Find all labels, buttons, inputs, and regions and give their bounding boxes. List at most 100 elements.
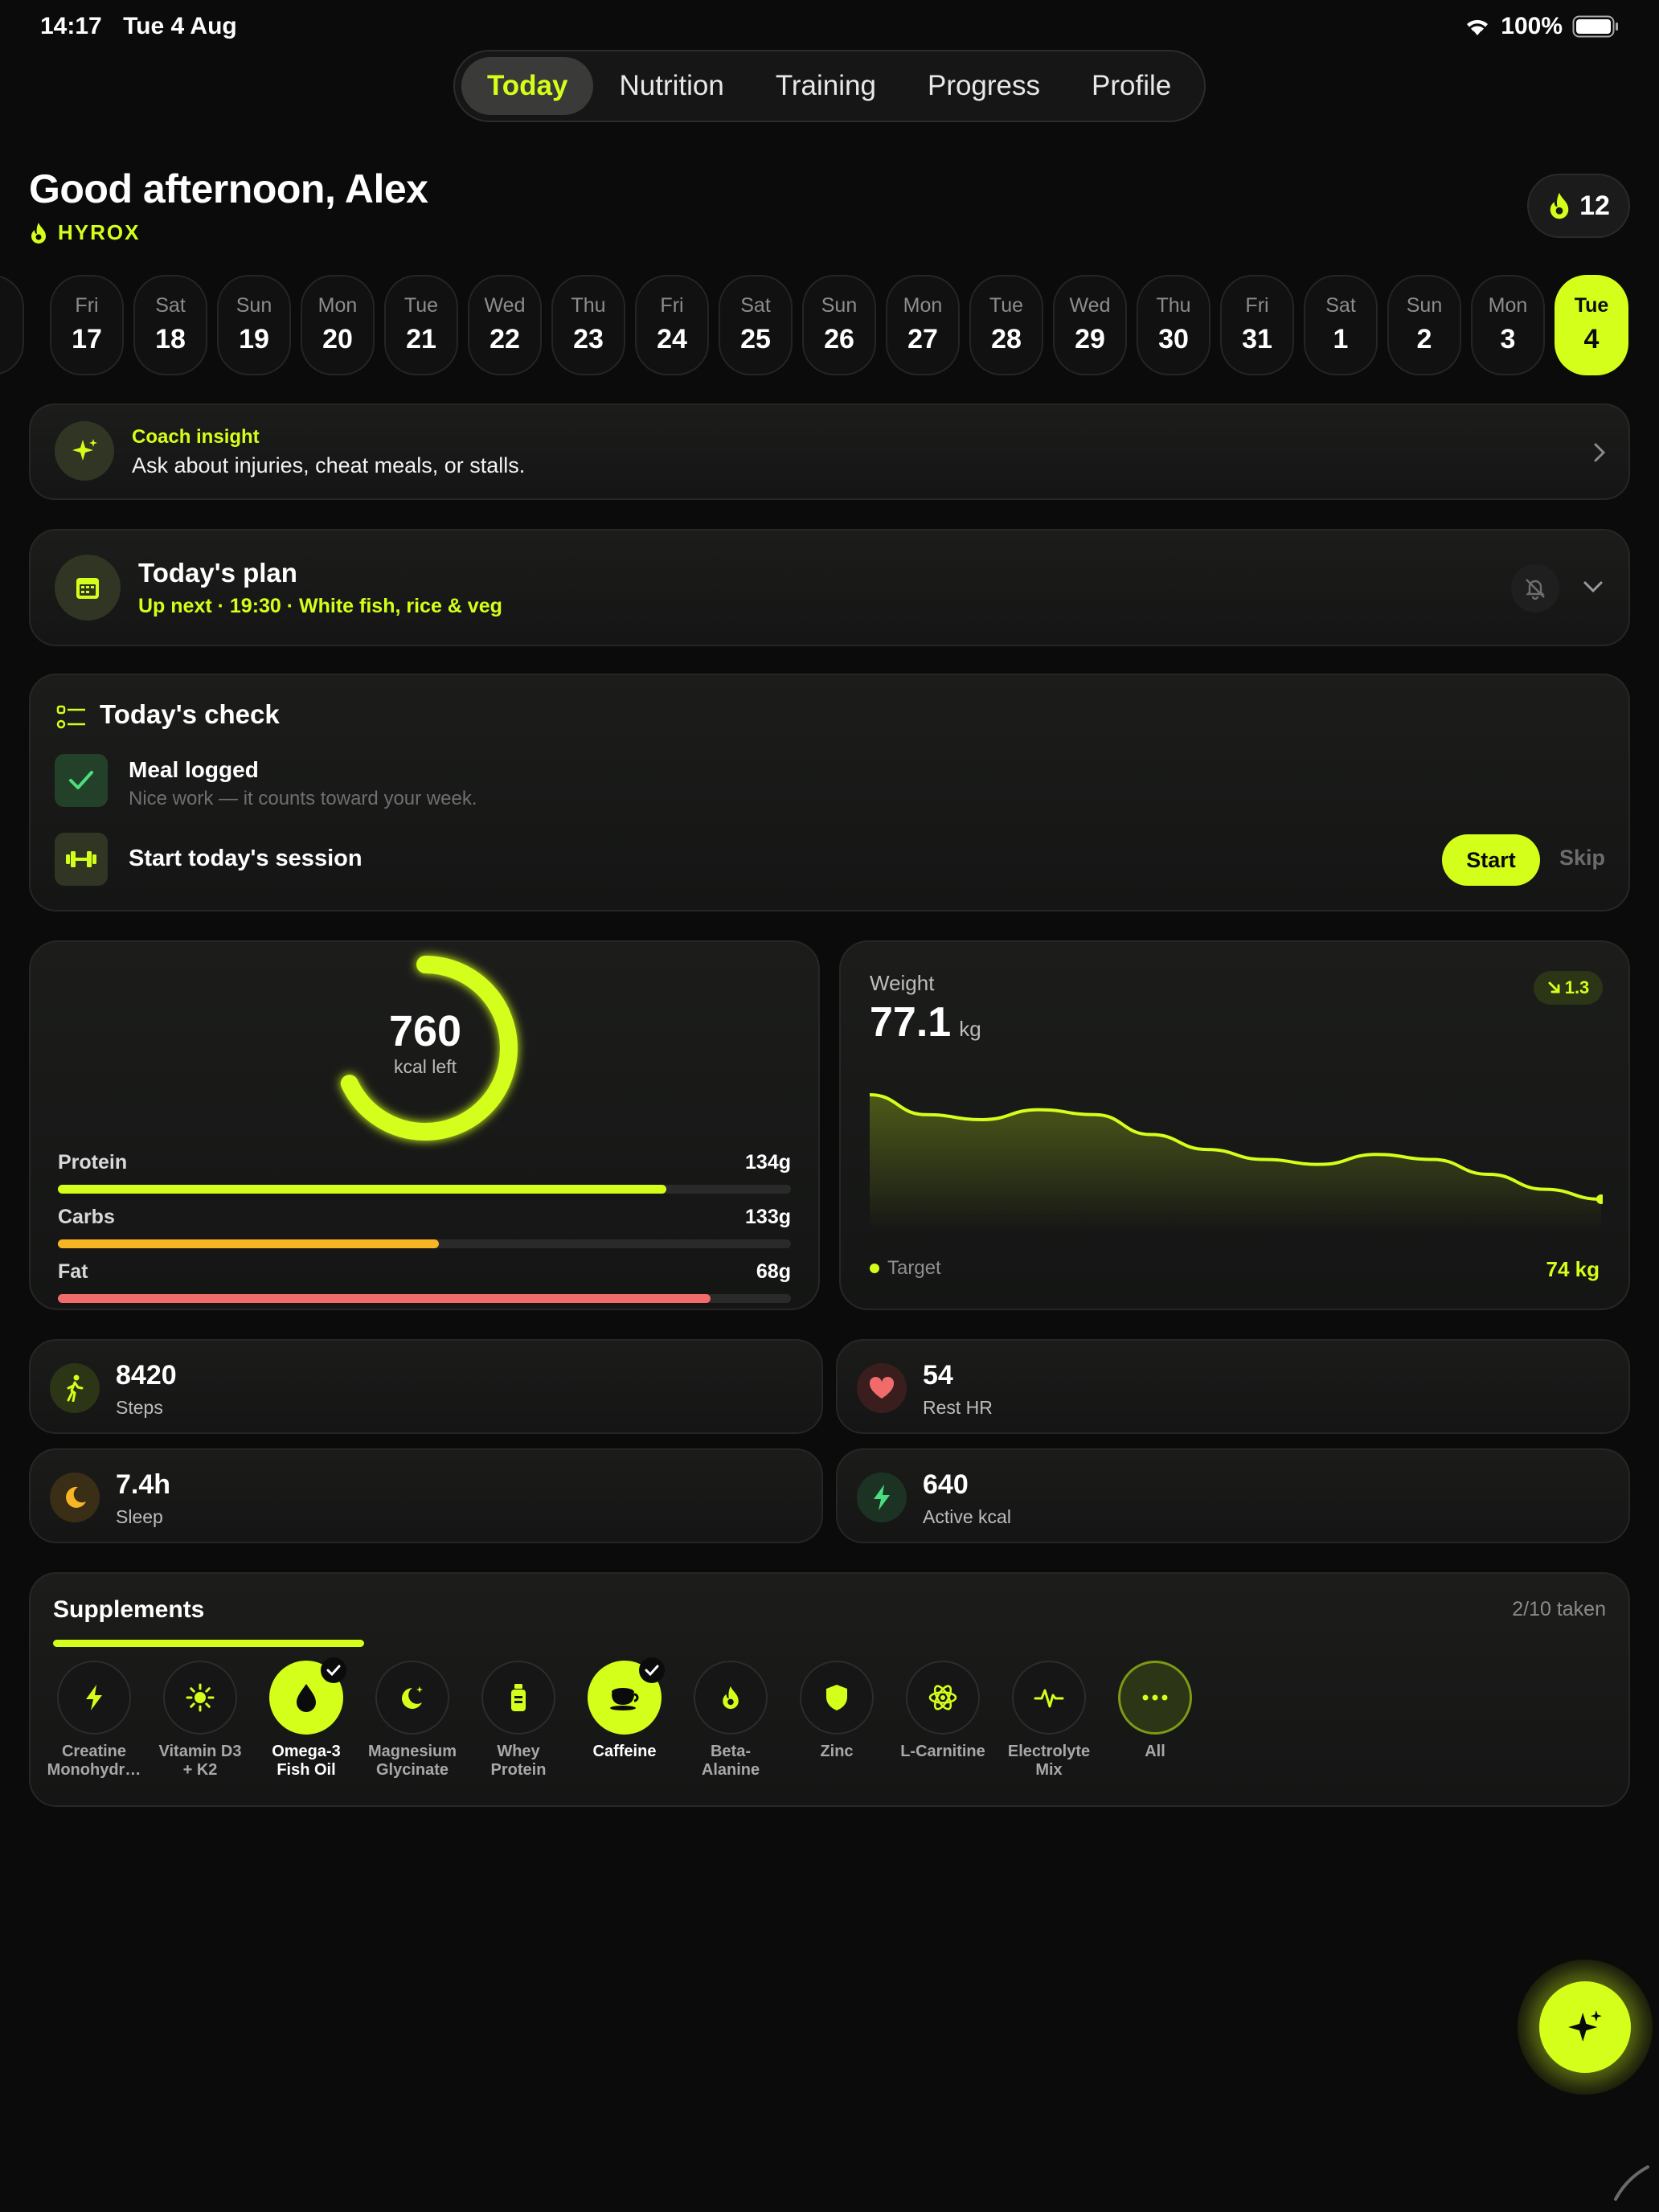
start-button[interactable]: Start xyxy=(1442,834,1540,886)
macro-label-carbs: Carbs xyxy=(58,1206,115,1228)
supplement-all[interactable]: All xyxy=(1103,1661,1207,1761)
day-7[interactable]: Fri 24 xyxy=(635,275,709,375)
day-1[interactable]: Sat 18 xyxy=(133,275,207,375)
supplements-title: Supplements xyxy=(53,1596,205,1623)
skip-button[interactable]: Skip xyxy=(1559,846,1605,870)
macro-bar-protein xyxy=(58,1185,791,1194)
status-time: 14:17 xyxy=(40,13,102,39)
day-0[interactable]: Fri 17 xyxy=(50,275,124,375)
supplement-beta-alanine[interactable]: Beta- Alanine xyxy=(678,1661,783,1780)
battery-percent: 100% xyxy=(1501,13,1563,39)
tab-today[interactable]: Today xyxy=(461,57,594,115)
steps-card[interactable]: 8420 Steps xyxy=(29,1339,823,1434)
meal-logged-check[interactable] xyxy=(55,754,108,807)
todays-check-card: Today's check Meal logged Nice work — it… xyxy=(29,674,1630,911)
day-15[interactable]: Sat 1 xyxy=(1304,275,1378,375)
day-10[interactable]: Mon 27 xyxy=(886,275,960,375)
day-14[interactable]: Fri 31 xyxy=(1220,275,1294,375)
streak-badge[interactable]: 12 xyxy=(1527,174,1630,238)
day-partial[interactable] xyxy=(0,275,24,375)
day-name: Wed xyxy=(1069,294,1111,317)
tab-training[interactable]: Training xyxy=(750,57,902,115)
supplement-magnesium[interactable]: Magnesium Glycinate xyxy=(360,1661,465,1780)
moon-stars-icon xyxy=(402,1686,423,1709)
day-3[interactable]: Mon 20 xyxy=(301,275,375,375)
supplement-toggle[interactable] xyxy=(163,1661,237,1735)
sleep-label: Sleep xyxy=(116,1506,163,1527)
supplement-toggle[interactable] xyxy=(269,1657,346,1735)
sleep-card[interactable]: 7.4h Sleep xyxy=(29,1448,823,1543)
tab-progress[interactable]: Progress xyxy=(902,57,1066,115)
supplement-label-line1: All xyxy=(1145,1743,1165,1760)
todays-plan-card[interactable]: Today's plan Up next · 19:30 · White fis… xyxy=(29,529,1630,646)
supplement-toggle[interactable] xyxy=(375,1661,449,1735)
dumbbell-icon xyxy=(66,851,96,867)
day-2[interactable]: Sun 19 xyxy=(217,275,291,375)
day-name: Fri xyxy=(1245,294,1269,317)
supplement-electrolyte[interactable]: Electrolyte Mix xyxy=(997,1661,1101,1780)
supplement-toggle[interactable] xyxy=(1118,1661,1192,1735)
supplement-creatine[interactable]: Creatine Monohydr… xyxy=(42,1661,146,1780)
day-18[interactable]: Tue 4 xyxy=(1555,275,1628,375)
weight-area xyxy=(870,1095,1601,1231)
day-number: 21 xyxy=(406,324,436,354)
weight-trend-badge: 1.3 xyxy=(1534,971,1603,1005)
supplement-omega-3[interactable]: Omega-3 Fish Oil xyxy=(254,1657,358,1780)
target-value: 74 kg xyxy=(1546,1257,1600,1281)
mute-reminder-button[interactable] xyxy=(1511,564,1559,612)
day-12[interactable]: Wed 29 xyxy=(1053,275,1127,375)
day-number: 26 xyxy=(824,324,854,354)
more-icon xyxy=(1142,1694,1168,1701)
day-number: 25 xyxy=(740,324,771,354)
supplement-toggle[interactable] xyxy=(800,1661,874,1735)
day-6[interactable]: Thu 23 xyxy=(551,275,625,375)
walking-icon xyxy=(67,1374,84,1402)
calories-card[interactable]: 760 kcal left Protein 134g Carbs 133g Fat 68g xyxy=(29,940,820,1310)
coach-title: Coach insight xyxy=(132,426,260,448)
day-number: 17 xyxy=(72,324,102,354)
pulse-icon xyxy=(1034,1689,1064,1708)
day-name: Sun xyxy=(236,294,272,317)
chevron-down-icon[interactable] xyxy=(1582,579,1604,595)
day-name: Sat xyxy=(740,294,771,317)
day-16[interactable]: Sun 2 xyxy=(1387,275,1461,375)
day-8[interactable]: Sat 25 xyxy=(719,275,793,375)
supplement-vitamin-d3[interactable]: Vitamin D3 + K2 xyxy=(148,1661,252,1780)
supplement-toggle[interactable] xyxy=(1012,1661,1086,1735)
coach-insight-card[interactable]: Coach insight Ask about injuries, cheat … xyxy=(29,403,1630,500)
resize-handle-icon[interactable] xyxy=(1611,2162,1651,2202)
supplement-whey[interactable]: Whey Protein xyxy=(466,1661,571,1780)
day-11[interactable]: Tue 28 xyxy=(969,275,1043,375)
day-number: 1 xyxy=(1333,324,1349,354)
day-name: Mon xyxy=(1488,294,1528,317)
sun-icon xyxy=(186,1683,215,1712)
day-name: Sat xyxy=(1325,294,1356,317)
weight-card[interactable]: Weight 77.1 kg 1.3 Target 74 kg xyxy=(839,940,1630,1310)
macro-bar-fill xyxy=(58,1185,666,1194)
coffee-cup-icon xyxy=(610,1688,639,1710)
supplement-zinc[interactable]: Zinc xyxy=(784,1661,889,1761)
moon-icon xyxy=(66,1486,86,1508)
supplement-toggle[interactable] xyxy=(57,1661,131,1735)
supplement-toggle[interactable] xyxy=(481,1661,555,1735)
supplement-toggle[interactable] xyxy=(588,1657,665,1735)
bell-off-icon xyxy=(1526,579,1545,600)
supplement-toggle[interactable] xyxy=(906,1661,980,1735)
supplement-toggle[interactable] xyxy=(694,1661,768,1735)
supplement-label-line2: Alanine xyxy=(701,1761,760,1779)
day-5[interactable]: Wed 22 xyxy=(468,275,542,375)
active-kcal-card[interactable]: 640 Active kcal xyxy=(836,1448,1630,1543)
plan-title: Today's plan xyxy=(138,558,297,588)
supplement-l-carnitine[interactable]: L-Carnitine xyxy=(891,1661,995,1761)
day-13[interactable]: Thu 30 xyxy=(1137,275,1210,375)
day-9[interactable]: Sun 26 xyxy=(802,275,876,375)
ai-coach-fab[interactable] xyxy=(1518,1960,1653,2095)
supplement-label-line1: Magnesium xyxy=(367,1743,457,1760)
tab-nutrition[interactable]: Nutrition xyxy=(593,57,749,115)
day-17[interactable]: Mon 3 xyxy=(1471,275,1545,375)
day-4[interactable]: Tue 21 xyxy=(384,275,458,375)
rest-hr-card[interactable]: 54 Rest HR xyxy=(836,1339,1630,1434)
chevron-right-icon xyxy=(1594,443,1606,462)
supplement-caffeine[interactable]: Caffeine xyxy=(572,1657,677,1761)
tab-profile[interactable]: Profile xyxy=(1066,57,1197,115)
